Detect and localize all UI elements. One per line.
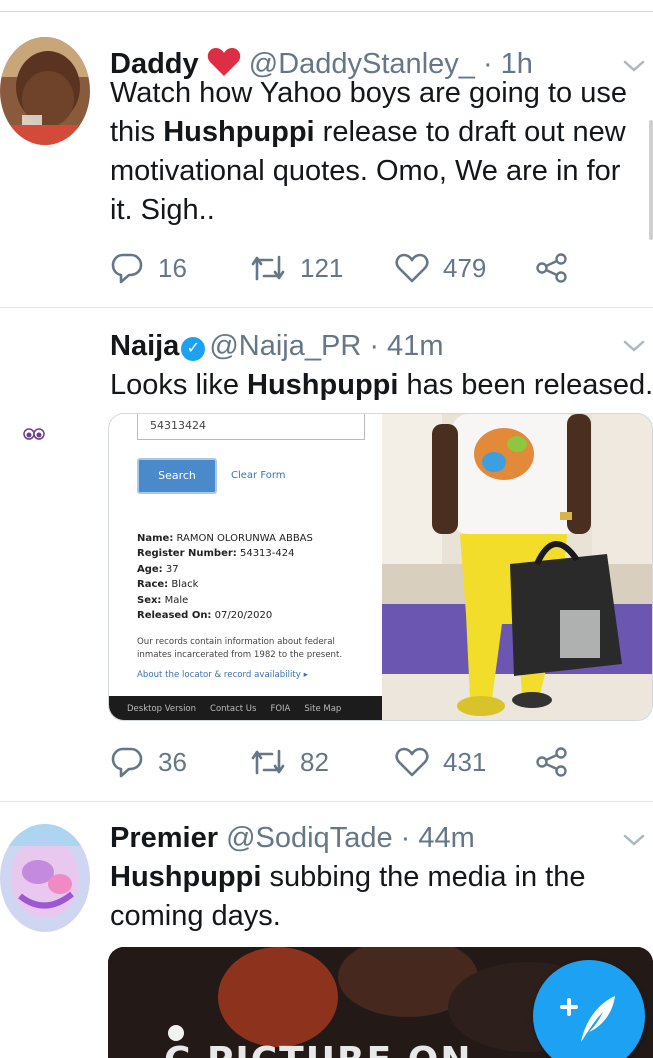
register-number-input: 54313424 <box>137 414 365 440</box>
like-icon <box>395 253 429 283</box>
chevron-down-icon[interactable] <box>619 336 649 356</box>
like-button[interactable]: 479 <box>395 253 535 284</box>
like-count: 431 <box>443 746 487 777</box>
share-icon <box>536 747 567 777</box>
display-name[interactable]: Premier <box>110 822 218 854</box>
reply-count: 36 <box>158 746 187 777</box>
handle[interactable]: @Naija_PR <box>209 330 361 362</box>
top-bar <box>0 0 653 12</box>
tweet-daddy[interactable]: Daddy @DaddyStanley_ · 1h Watch how Yaho… <box>0 12 653 308</box>
tweet-text: Watch how Yahoo boys are going to use th… <box>110 74 650 230</box>
tweet-actions: 16 121 479 <box>110 248 580 288</box>
clear-form-link: Clear Form <box>231 470 286 481</box>
media-photo[interactable] <box>382 414 653 721</box>
tweet-header: Premier @SodiqTade · 44m <box>110 820 475 856</box>
tweet-text: Hushpuppi subbing the media in the comin… <box>110 858 650 936</box>
reply-button[interactable]: 16 <box>110 251 250 285</box>
retweet-count: 121 <box>300 252 344 283</box>
tweet-text-part: Looks like <box>110 369 248 401</box>
share-icon <box>536 253 567 283</box>
info-value: 37 <box>165 563 179 575</box>
retweet-count: 82 <box>300 746 329 777</box>
footer-link: Contact Us <box>210 704 257 714</box>
tweet-media[interactable]: 54313424 Search Clear Form Name: RAMON O… <box>108 413 653 721</box>
like-button[interactable]: 431 <box>395 747 535 778</box>
avatar[interactable] <box>0 37 90 145</box>
reply-icon <box>111 253 143 284</box>
about-locator-link: About the locator & record availability … <box>137 670 308 680</box>
tweet-actions: 36 82 431 <box>110 742 580 782</box>
tweet-text-bold: Hushpuppi <box>163 116 315 148</box>
eyes-emoji <box>23 428 45 440</box>
retweet-icon <box>251 255 285 281</box>
inmate-info: Name: RAMON OLORUNWA ABBAS Register Numb… <box>137 531 313 623</box>
info-value: 54313-424 <box>239 548 295 560</box>
reply-icon <box>111 747 143 778</box>
tweet-text: Looks like Hushpuppi has been released. <box>110 366 653 405</box>
compose-tweet-icon <box>560 996 615 1042</box>
share-button[interactable] <box>535 747 569 777</box>
footer-link: Desktop Version <box>127 704 197 714</box>
doc-footer: Desktop Version Contact Us FOIA Site Map <box>109 696 382 720</box>
tweet-text-bold: Hushpuppi <box>110 861 262 893</box>
footer-link: Site Map <box>304 704 342 714</box>
info-label: Race: <box>137 579 169 591</box>
avatar[interactable] <box>0 824 90 932</box>
video-caption: C PICTURE ON <box>164 1040 473 1058</box>
reply-count: 16 <box>158 252 187 283</box>
info-value: Black <box>171 579 199 591</box>
info-label: Age: <box>137 563 163 575</box>
tweet-text-part: has been released. <box>398 369 653 401</box>
retweet-button[interactable]: 121 <box>250 253 395 284</box>
info-label: Register Number: <box>137 548 237 560</box>
display-name[interactable]: Naija <box>110 330 179 362</box>
timestamp[interactable]: · 44m <box>401 822 475 854</box>
media-document-screenshot[interactable]: 54313424 Search Clear Form Name: RAMON O… <box>109 414 382 720</box>
search-button: Search <box>137 458 217 494</box>
info-value: 07/20/2020 <box>214 610 273 622</box>
timestamp[interactable]: · 41m <box>369 330 443 362</box>
info-label: Released On: <box>137 610 212 622</box>
info-value: Male <box>164 594 189 606</box>
like-icon <box>395 747 429 777</box>
info-value: RAMON OLORUNWA ABBAS <box>176 533 313 544</box>
chevron-down-icon[interactable] <box>619 830 649 850</box>
chevron-down-icon[interactable] <box>619 56 649 76</box>
retweet-button[interactable]: 82 <box>250 747 395 778</box>
info-label: Name: <box>137 533 174 544</box>
share-button[interactable] <box>535 253 569 283</box>
verified-icon: ✓ <box>181 337 206 361</box>
info-label: Sex: <box>137 594 162 606</box>
handle[interactable]: @SodiqTade <box>226 822 393 854</box>
footer-link: FOIA <box>270 704 291 714</box>
compose-tweet-button[interactable] <box>533 960 645 1058</box>
tweet-text-bold: Hushpuppi <box>247 369 399 401</box>
retweet-icon <box>251 749 285 775</box>
records-note: Our records contain information about fe… <box>137 637 343 660</box>
like-count: 479 <box>443 252 487 283</box>
tweet-header: Naija ✓ @Naija_PR · 41m <box>110 328 443 364</box>
reply-button[interactable]: 36 <box>110 745 250 779</box>
